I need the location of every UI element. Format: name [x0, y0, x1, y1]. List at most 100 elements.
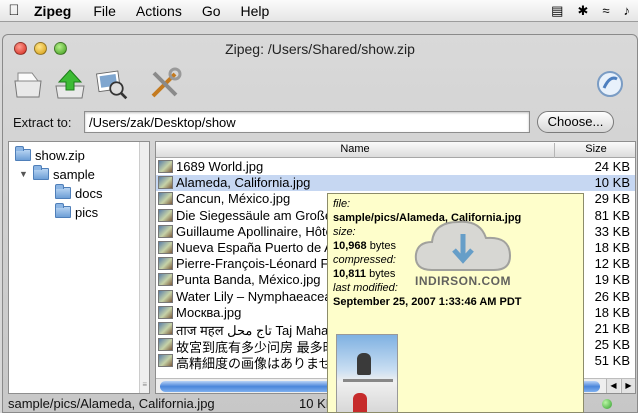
tree-item-sample[interactable]: ▼ sample: [19, 165, 95, 183]
file-name: Alameda, California.jpg: [176, 175, 311, 191]
preview-icon[interactable]: [95, 67, 129, 101]
menu-bar:  Zipeg File Actions Go Help ▤ ✱ ≈ ♪: [0, 0, 638, 22]
tooltip-compressed-value: 10,811: [333, 268, 367, 280]
extract-icon[interactable]: [53, 67, 87, 101]
image-thumbnail-icon: [158, 338, 173, 352]
extract-label: Extract to:: [13, 115, 72, 130]
menu-actions[interactable]: Actions: [126, 3, 192, 19]
app-menu[interactable]: Zipeg: [28, 3, 83, 19]
file-name: 1689 World.jpg: [176, 159, 264, 174]
display-icon[interactable]: ▤: [551, 3, 563, 19]
file-name: Die Siegessäule am Großer: [176, 207, 337, 223]
tree-item-docs[interactable]: docs: [55, 184, 102, 202]
file-size: 10 KB: [594, 175, 630, 191]
tooltip-size-label: size:: [333, 226, 356, 238]
apple-menu-icon[interactable]: : [0, 2, 28, 19]
tooltip-file-label: file:: [333, 198, 351, 210]
file-size: 18 KB: [594, 304, 630, 320]
file-name: Москва.jpg: [176, 304, 242, 320]
menu-file[interactable]: File: [83, 3, 126, 19]
menu-help[interactable]: Help: [231, 3, 280, 19]
extract-path-input[interactable]: [84, 111, 530, 133]
file-size: 21 KB: [594, 321, 630, 336]
tooltip-modified-value: September 25, 2007 1:33:46 AM PDT: [333, 296, 522, 308]
folder-icon: [15, 146, 31, 161]
table-row[interactable]: Alameda, California.jpg 10 KB: [156, 175, 635, 192]
bluetooth-icon[interactable]: ✱: [577, 3, 588, 19]
tree-scrollbar[interactable]: [139, 142, 149, 393]
column-header-size[interactable]: Size: [556, 143, 635, 155]
image-thumbnail-icon: [158, 192, 173, 206]
image-preview: [336, 334, 398, 412]
scroll-left-icon[interactable]: ◀: [606, 379, 620, 393]
image-thumbnail-icon: [158, 160, 173, 173]
window-title: Zipeg: /Users/Shared/show.zip: [225, 41, 415, 57]
close-button[interactable]: [14, 42, 27, 55]
table-row[interactable]: 1689 World.jpg 24 KB: [156, 159, 635, 175]
folder-icon: [55, 203, 71, 218]
file-name: Punta Banda, México.jpg: [176, 272, 321, 288]
resize-grip-icon[interactable]: ≡: [142, 380, 147, 389]
file-name: 高精細度の画像はありませ: [176, 356, 332, 372]
help-icon[interactable]: [593, 67, 627, 101]
tree-item-label: docs: [75, 185, 103, 201]
extract-row: Extract to: Choose...: [3, 111, 637, 135]
folder-icon: [33, 165, 49, 180]
toolbar: [3, 63, 637, 107]
image-thumbnail-icon: [158, 208, 173, 222]
tooltip-compressed-line: 10,811 bytes: [333, 268, 395, 280]
file-name: Nueva España Puerto de A: [176, 240, 333, 255]
file-size: 12 KB: [594, 256, 630, 272]
file-size: 81 KB: [594, 207, 630, 223]
tooltip-size-line: 10,968 bytes: [333, 240, 396, 252]
tooltip-size-unit: bytes: [369, 240, 397, 252]
image-thumbnail-icon: [158, 305, 173, 319]
title-bar[interactable]: Zipeg: /Users/Shared/show.zip: [3, 35, 637, 63]
tree-item-show-zip[interactable]: show.zip: [15, 146, 85, 164]
preview-figure: [357, 353, 371, 375]
list-header: Name Size: [156, 142, 635, 158]
watermark: INDIRSON.COM: [410, 214, 516, 294]
column-header-name[interactable]: Name: [156, 143, 555, 158]
file-size: 18 KB: [594, 240, 630, 255]
options-icon[interactable]: [148, 67, 182, 101]
file-size: 25 KB: [594, 337, 630, 353]
file-name: Guillaume Apollinaire, Hôte: [176, 223, 333, 239]
folder-icon: [55, 184, 71, 199]
image-thumbnail-icon: [158, 176, 173, 190]
zoom-button[interactable]: [54, 42, 67, 55]
tooltip-modified-label: last modified:: [333, 282, 398, 294]
status-indicator-icon: [602, 399, 612, 409]
file-size: 33 KB: [594, 223, 630, 239]
volume-icon[interactable]: ♪: [624, 3, 631, 19]
tree-item-label: show.zip: [35, 147, 85, 163]
scroll-right-icon[interactable]: ▶: [621, 379, 635, 393]
minimize-button[interactable]: [34, 42, 47, 55]
menu-extras: ▤ ✱ ≈ ♪: [551, 3, 638, 19]
file-name: Water Lily – Nymphaeacea: [176, 288, 332, 304]
tooltip-compressed-unit: bytes: [369, 268, 396, 280]
image-thumbnail-icon: [158, 322, 173, 335]
open-archive-icon[interactable]: [11, 67, 45, 101]
image-thumbnail-icon: [158, 241, 173, 254]
tree-item-label: pics: [75, 204, 99, 220]
tree-item-label: sample: [53, 166, 95, 182]
preview-figure: [353, 393, 367, 412]
tooltip-size-value: 10,968: [333, 240, 367, 252]
window-controls: [14, 42, 67, 55]
status-path: sample/pics/Alameda, California.jpg: [8, 396, 215, 411]
file-size: 29 KB: [594, 191, 630, 207]
file-size: 24 KB: [594, 159, 630, 174]
folder-tree: show.zip ▼ sample docs pics ≡: [8, 141, 150, 394]
wifi-icon[interactable]: ≈: [602, 3, 609, 19]
cloud-download-icon: [414, 220, 512, 271]
choose-button[interactable]: Choose...: [537, 111, 614, 133]
watermark-text: INDIRSON.COM: [415, 274, 511, 288]
file-size: 26 KB: [594, 288, 630, 304]
menu-go[interactable]: Go: [192, 3, 231, 19]
disclosure-triangle-icon[interactable]: ▼: [19, 169, 29, 179]
file-name: Cancun, México.jpg: [176, 191, 291, 207]
file-name: Pierre-François-Léonard Fo: [176, 256, 336, 272]
image-thumbnail-icon: [158, 273, 173, 287]
tree-item-pics[interactable]: pics: [55, 203, 98, 221]
